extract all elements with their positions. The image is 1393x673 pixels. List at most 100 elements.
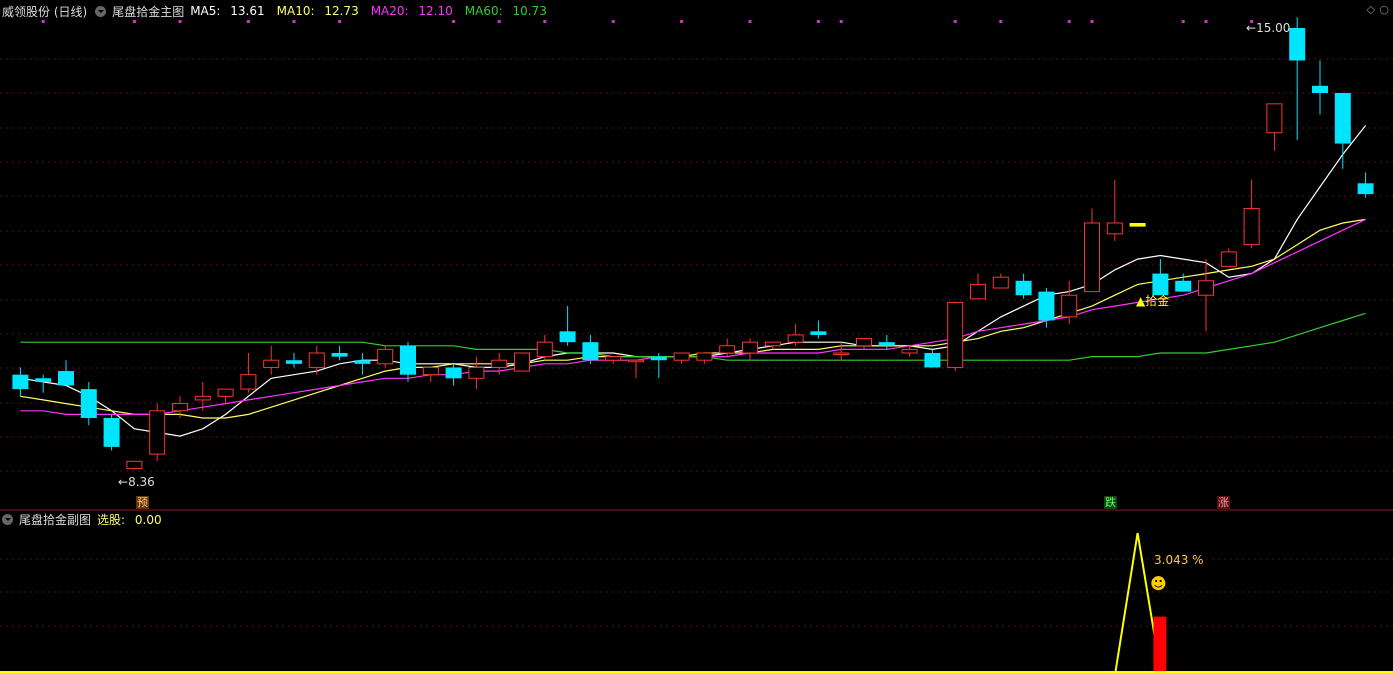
close-icon[interactable]: ○ [1379,3,1389,16]
candle [1220,248,1237,267]
candle-body [970,283,986,300]
candle [468,356,485,390]
ma-line-ma10 [20,218,1366,419]
candle [878,334,895,350]
candle-body [172,403,188,412]
candle-body [1266,103,1283,134]
candle [263,345,280,375]
sub-header: 尾盘拾金副图 选股: 0.00 [0,509,174,529]
signal-dot [953,20,957,23]
candle [605,356,622,364]
diamond-icon[interactable]: ◇ [1367,3,1375,16]
smiley-icon: ☻ [1150,574,1167,593]
candle-body [1129,223,1146,227]
signal-dot [680,20,684,23]
candle-body [194,395,211,401]
main-indicator-name[interactable]: 尾盘拾金主图 [112,3,184,20]
candle [514,352,530,372]
candle [1266,103,1283,151]
candle-body [35,378,52,382]
candle-body [1061,294,1078,318]
signal-dot [999,20,1003,23]
candle-body [377,348,394,365]
candle-body [559,331,576,343]
ma5-label: MA5: 13.61 [190,4,265,18]
stock-title: 威领股份 (日线) [2,4,88,19]
candle [445,363,462,386]
candle [833,342,850,361]
signal-dot [816,20,820,23]
signal-dot [1204,20,1208,23]
candle-body [787,334,804,343]
candle-body [1015,280,1032,296]
candle [628,359,644,379]
candle-body [149,410,166,455]
candle [1198,259,1214,332]
candle-body [491,359,508,368]
candle [582,334,599,364]
candle [947,301,964,372]
ma60-label: MA60: 10.73 [464,4,547,18]
candle-body [331,353,348,357]
candle-body [1334,93,1351,144]
candle [1106,179,1123,242]
candle [1129,223,1146,227]
chevron-down-icon[interactable] [2,513,13,525]
candle-body [901,348,918,354]
candle-body [764,341,781,347]
candle [286,353,302,368]
candle-body [1220,251,1237,267]
candle [422,366,439,382]
candle-body [536,341,553,358]
candle-body [924,353,941,368]
candle-body [217,388,234,397]
candle [742,338,758,361]
kline-chart [0,17,1393,673]
candle-body [696,352,713,361]
candle-body [1243,208,1260,246]
tag-zhang: 涨 [1217,496,1230,509]
candle [764,341,781,350]
sub-percent-label: 3.043 % [1154,553,1204,567]
signal-dot [1181,20,1185,23]
candle [901,345,918,357]
candle [1015,273,1032,299]
candle [126,460,143,470]
candle-body [514,352,530,372]
high-marker: ←15.00 [1246,21,1291,35]
candle [217,388,234,404]
candle [1357,172,1374,198]
candle [810,320,827,339]
candle [650,353,667,379]
candle-body [810,331,827,335]
candle-body [12,374,29,390]
candle-body [308,352,325,368]
candle [400,342,416,382]
candle [1334,93,1351,169]
candle [377,345,394,368]
candle-body [742,341,758,354]
candle [103,414,120,451]
candle [924,349,941,368]
candle [1289,17,1306,140]
candle-body [422,366,439,376]
candle-body [80,389,97,418]
candle-body [354,360,371,364]
candle [696,352,713,364]
candle [970,273,986,300]
candle-body [856,338,872,347]
sub-bar [1153,616,1167,671]
candle-body [650,356,667,361]
candle-body [1084,222,1100,293]
sub-indicator-name[interactable]: 尾盘拾金副图 [19,511,91,528]
candle-body [126,460,143,470]
candle-body [468,366,485,379]
candle [308,345,325,375]
candle [35,374,52,393]
candle [787,324,804,346]
ma20-label: MA20: 12.10 [370,4,453,18]
candle-body [286,360,302,364]
ma10-label: MA10: 12.73 [276,4,359,18]
chevron-down-icon[interactable] [95,5,107,17]
candle-body [1357,183,1374,195]
